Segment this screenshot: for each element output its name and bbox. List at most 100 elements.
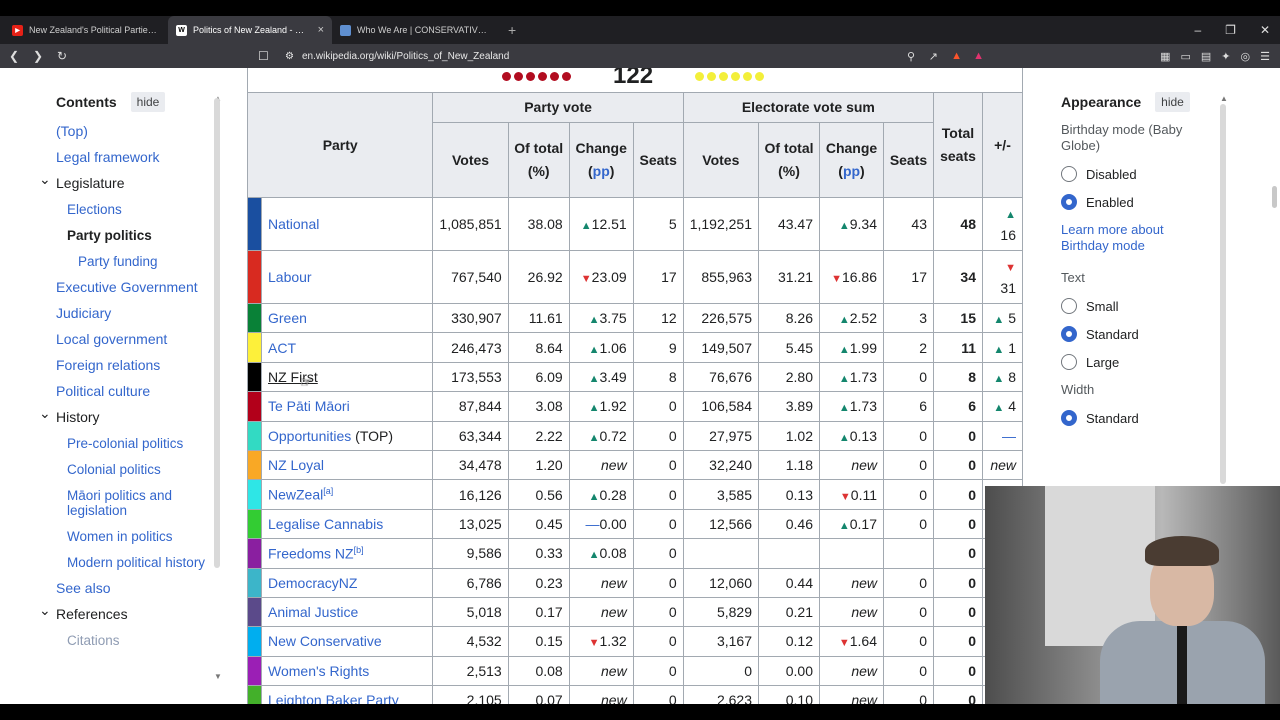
minimize-icon[interactable]: – bbox=[1194, 23, 1201, 37]
text-size-option[interactable]: Small bbox=[1061, 298, 1211, 314]
site-info-icon[interactable]: ⚙ bbox=[285, 51, 294, 62]
bookmark-icon[interactable]: ☐ bbox=[258, 49, 269, 63]
party-link[interactable]: ACT bbox=[268, 340, 296, 356]
party-link[interactable]: Animal Justice bbox=[268, 604, 358, 620]
radio-button[interactable] bbox=[1061, 410, 1077, 426]
birthday-option[interactable]: Enabled bbox=[1061, 194, 1211, 210]
toc-item[interactable]: Party politics bbox=[56, 228, 226, 243]
toc-item[interactable]: Colonial politics bbox=[56, 462, 226, 477]
page-scrollbar[interactable] bbox=[1272, 186, 1277, 208]
party-link[interactable]: Green bbox=[268, 310, 307, 326]
footnote-link[interactable]: [b] bbox=[354, 545, 364, 555]
reload-icon[interactable]: ↻ bbox=[52, 49, 72, 63]
toc-item[interactable]: Political culture bbox=[56, 384, 226, 399]
toc-item[interactable]: Legal framework bbox=[56, 150, 226, 165]
toc-item[interactable]: Women in politics bbox=[56, 529, 226, 544]
toc-item[interactable]: Pre-colonial politics bbox=[56, 436, 226, 451]
party-link[interactable]: Freedoms NZ bbox=[268, 546, 354, 562]
toc-hide-button[interactable]: hide bbox=[130, 92, 166, 112]
url-field[interactable]: ⚙ en.wikipedia.org/wiki/Politics_of_New_… bbox=[285, 44, 509, 68]
browser-tab[interactable]: ▶ New Zealand's Political Parties Explai bbox=[4, 16, 168, 44]
party-link[interactable]: New Conservative bbox=[268, 633, 382, 649]
toc-scrollbar[interactable] bbox=[214, 98, 220, 568]
wallet-icon[interactable]: ▤ bbox=[1201, 50, 1211, 63]
party-link[interactable]: Te Pāti Māori bbox=[268, 398, 350, 414]
party-link[interactable]: Women's Rights bbox=[268, 663, 369, 679]
toc-item[interactable]: Citations bbox=[56, 633, 226, 648]
radio-button[interactable] bbox=[1061, 166, 1077, 182]
toc-item[interactable]: Māori politics and legislation bbox=[56, 488, 226, 518]
electorate-seats: 0 bbox=[883, 567, 934, 598]
browser-tab[interactable]: Who We Are | CONSERVATIVES.NZ bbox=[332, 16, 496, 44]
toc-item[interactable]: ⌄ History bbox=[39, 406, 226, 425]
extensions-icon[interactable]: ▦ bbox=[1160, 50, 1170, 63]
toc-item[interactable]: (Top) bbox=[56, 124, 226, 139]
toc-item[interactable]: Party funding bbox=[56, 254, 226, 269]
party-link[interactable]: DemocracyNZ bbox=[268, 575, 357, 591]
new-tab-button[interactable]: + bbox=[508, 22, 516, 38]
party-link[interactable]: NewZeal bbox=[268, 487, 323, 503]
electorate-votes: 5,829 bbox=[682, 596, 760, 628]
zoom-icon[interactable]: ⚲ bbox=[907, 50, 915, 63]
close-tab-icon[interactable]: × bbox=[318, 24, 324, 36]
radio-button[interactable] bbox=[1061, 354, 1077, 370]
seat-change-value: 16 bbox=[1000, 227, 1016, 243]
ev-pp-link[interactable]: pp bbox=[843, 163, 860, 179]
toc-item[interactable]: ⌄ Legislature bbox=[39, 172, 226, 191]
toc-item[interactable]: Modern political history bbox=[56, 555, 226, 570]
change-value: 3.49 bbox=[599, 368, 627, 385]
chevron-down-icon[interactable]: ⌄ bbox=[39, 172, 51, 187]
appearance-scrollbar[interactable] bbox=[1220, 104, 1226, 484]
party-name-cell: Legalise Cannabis bbox=[260, 508, 434, 540]
party-link[interactable]: NZ Loyal bbox=[268, 457, 324, 473]
radio-button[interactable] bbox=[1061, 194, 1077, 210]
party-link[interactable]: Labour bbox=[268, 269, 312, 285]
radio-button[interactable] bbox=[1061, 326, 1077, 342]
text-size-option[interactable]: Standard bbox=[1061, 326, 1211, 342]
toc-item[interactable]: Elections bbox=[56, 202, 226, 217]
party-percent: 0.23 bbox=[507, 567, 570, 598]
brave-shield-icon[interactable]: ▲ bbox=[951, 50, 962, 62]
birthday-option[interactable]: Disabled bbox=[1061, 166, 1211, 182]
chevron-down-icon[interactable]: ⌄ bbox=[39, 406, 51, 421]
share-icon[interactable]: ↗ bbox=[929, 50, 938, 63]
brave-rewards-icon[interactable]: ▲ bbox=[973, 50, 984, 62]
party-link[interactable]: Leighton Baker Party bbox=[268, 692, 399, 704]
menu-icon[interactable]: ☰ bbox=[1260, 50, 1270, 63]
footnote-link[interactable]: [a] bbox=[323, 486, 333, 496]
text-size-option[interactable]: Large bbox=[1061, 354, 1211, 370]
party-link[interactable]: Legalise Cannabis bbox=[268, 516, 383, 532]
electorate-change: ▲2.52 bbox=[819, 302, 884, 334]
electorate-seats: 0 bbox=[883, 508, 934, 540]
electorate-votes: 12,060 bbox=[682, 567, 760, 598]
chevron-down-icon[interactable]: ⌄ bbox=[39, 603, 51, 618]
party-link[interactable]: National bbox=[268, 216, 319, 232]
back-icon[interactable]: ❮ bbox=[4, 49, 24, 63]
toc-scroll-down-icon[interactable]: ▼ bbox=[214, 672, 222, 681]
change-value: 1.06 bbox=[599, 339, 627, 356]
toc-item[interactable]: Judiciary bbox=[56, 306, 226, 321]
electorate-seats: 3 bbox=[883, 302, 934, 334]
leo-icon[interactable]: ✦ bbox=[1221, 50, 1230, 63]
party-link[interactable]: Opportunities bbox=[268, 428, 351, 444]
toc-item[interactable]: ⌄ References bbox=[39, 603, 226, 622]
sidebar-icon[interactable]: ▭ bbox=[1180, 50, 1190, 63]
toc-item[interactable]: Local government bbox=[56, 332, 226, 347]
toc-item-label: Pre-colonial politics bbox=[67, 436, 184, 451]
electorate-change: new bbox=[819, 449, 884, 481]
appearance-scroll-up-icon[interactable]: ▲ bbox=[1220, 94, 1228, 103]
vpn-icon[interactable]: ◎ bbox=[1241, 50, 1251, 63]
toc-item[interactable]: Executive Government bbox=[56, 280, 226, 295]
learn-more-link[interactable]: Learn more about Birthday mode bbox=[1061, 222, 1211, 254]
appearance-hide-button[interactable]: hide bbox=[1155, 92, 1190, 112]
radio-button[interactable] bbox=[1061, 298, 1077, 314]
party-percent: 0.33 bbox=[507, 538, 570, 569]
browser-tab[interactable]: W Politics of New Zealand - Wikipe × bbox=[168, 16, 332, 44]
forward-icon[interactable]: ❯ bbox=[28, 49, 48, 63]
pv-pp-link[interactable]: pp bbox=[593, 163, 610, 179]
toc-item[interactable]: See also bbox=[56, 581, 226, 596]
toc-item[interactable]: Foreign relations bbox=[56, 358, 226, 373]
close-window-icon[interactable]: ✕ bbox=[1260, 23, 1270, 37]
width-option[interactable]: Standard bbox=[1061, 410, 1211, 426]
maximize-icon[interactable]: ❐ bbox=[1225, 23, 1236, 37]
